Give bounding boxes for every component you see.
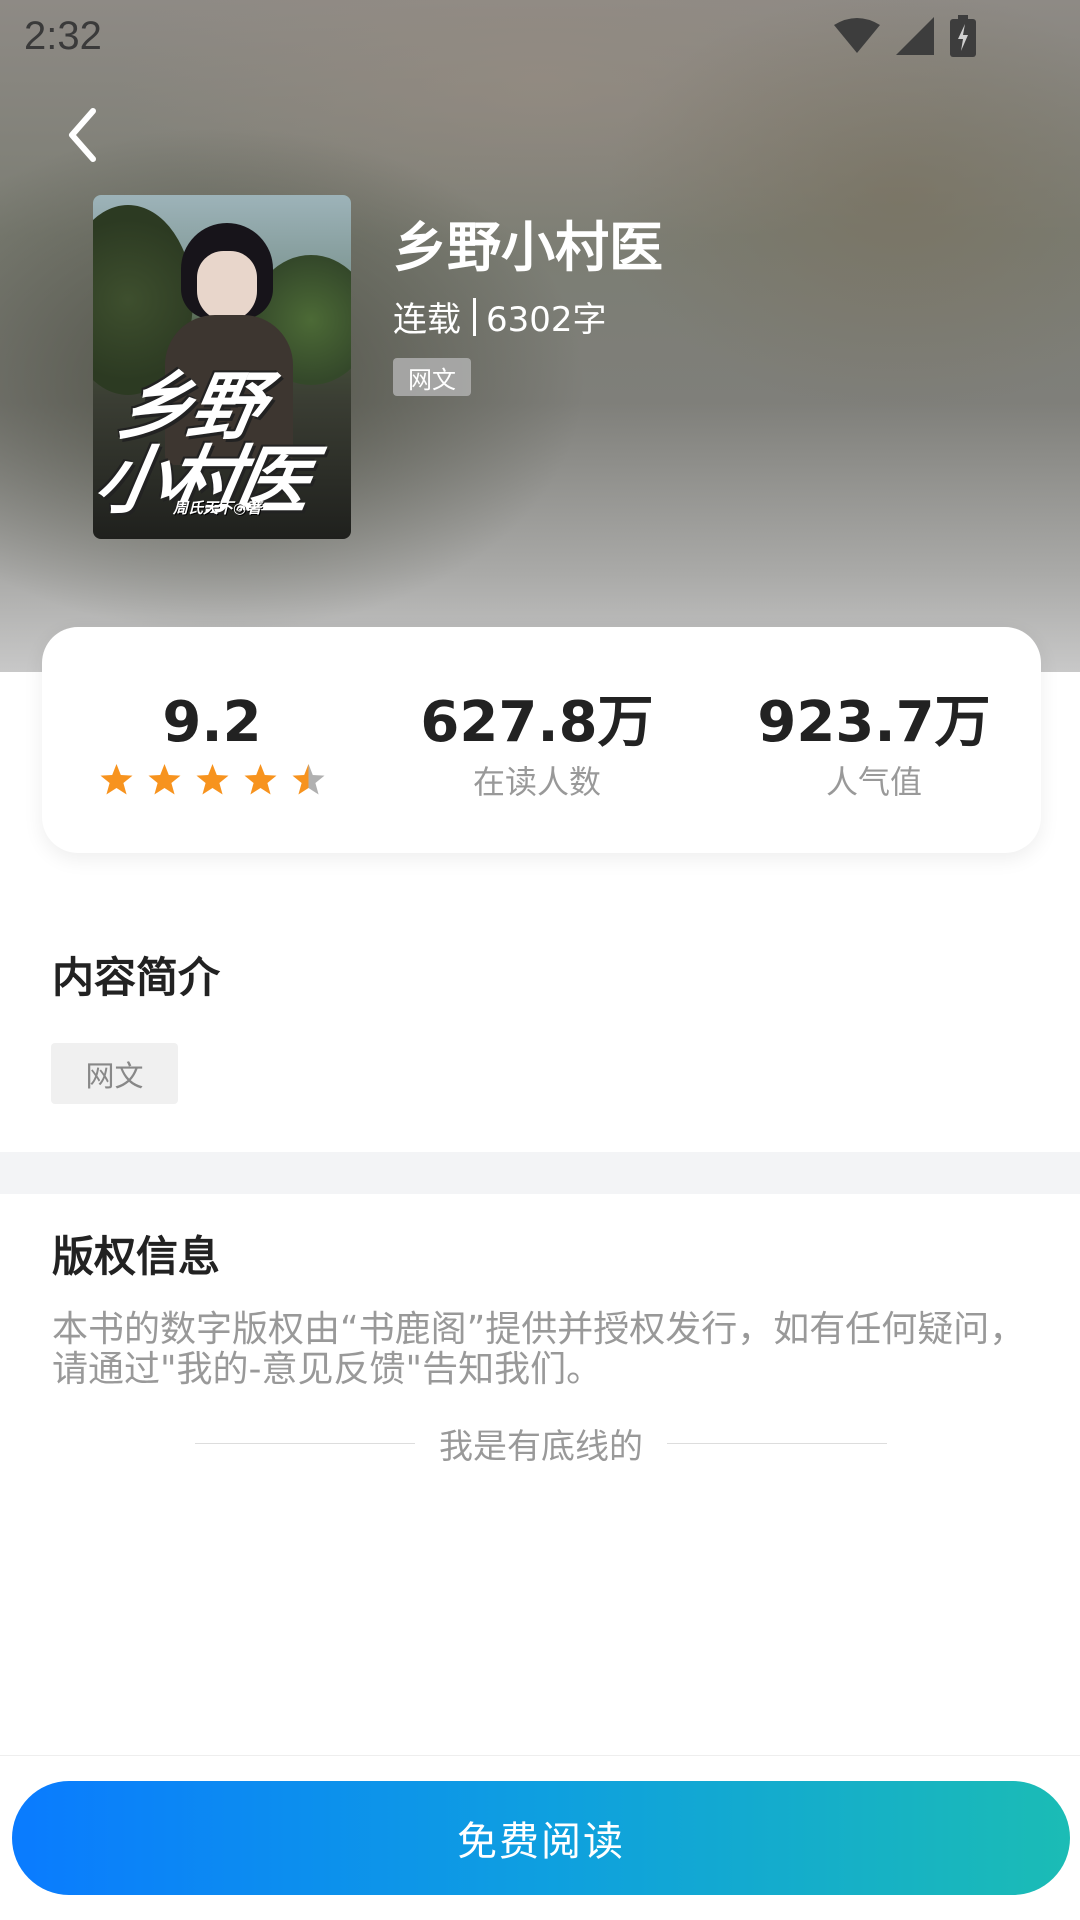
rating-value: 9.2 (162, 690, 262, 755)
rating-stat: 9.2 (82, 627, 342, 853)
readers-stat: 627.8万 在读人数 (387, 627, 687, 853)
book-genre-tag[interactable]: 网文 (393, 358, 471, 396)
signal-icon (896, 17, 934, 55)
star-icon (244, 764, 276, 795)
back-button[interactable] (52, 100, 112, 170)
popularity-value: 923.7万 (757, 690, 991, 755)
bottom-bar-divider (0, 1755, 1080, 1756)
stats-card: 9.2 627.8万 在读人数 923.7万 人气值 (42, 627, 1041, 853)
status-icons (834, 15, 976, 57)
book-meta: 连载 6302字 (393, 292, 607, 341)
book-cover-image[interactable]: 乡野 小村医 周氏天下◎著 (93, 195, 351, 539)
end-of-content-note: 我是有底线的 (195, 1418, 887, 1468)
section-divider (0, 1152, 1080, 1194)
readers-value: 627.8万 (420, 690, 654, 755)
popularity-stat: 923.7万 人气值 (724, 627, 1024, 853)
intro-section-title: 内容简介 (52, 953, 221, 1002)
rating-stars (82, 763, 342, 798)
chevron-left-icon (69, 108, 96, 162)
battery-charging-icon (950, 15, 976, 57)
star-icon (148, 764, 180, 795)
status-time: 2:32 (24, 13, 102, 58)
copyright-section-title: 版权信息 (52, 1232, 221, 1281)
divider-line (667, 1442, 887, 1444)
cover-title-art: 乡野 小村医 (93, 364, 351, 524)
status-bar: 2:32 (0, 0, 1080, 72)
copyright-text: 本书的数字版权由“书鹿阁”提供并授权发行，如有任何疑问，请通过"我的-意见反馈"… (52, 1309, 1026, 1390)
meta-separator (473, 297, 476, 336)
star-icon (196, 764, 228, 795)
cover-author: 周氏天下◎著 (173, 499, 262, 517)
star-icon (100, 764, 132, 795)
free-read-button[interactable]: 免费阅读 (12, 1781, 1070, 1895)
book-status: 连载 (393, 300, 461, 340)
star-icon (292, 764, 324, 795)
book-title: 乡野小村医 (393, 216, 663, 279)
readers-label: 在读人数 (472, 763, 601, 801)
intro-genre-tag[interactable]: 网文 (51, 1043, 178, 1104)
end-of-content-text: 我是有底线的 (439, 1426, 643, 1467)
book-word-count: 6302字 (486, 300, 607, 340)
popularity-label: 人气值 (825, 763, 922, 801)
divider-line (195, 1442, 415, 1444)
wifi-icon (834, 18, 880, 53)
cover-character-face (197, 251, 257, 321)
